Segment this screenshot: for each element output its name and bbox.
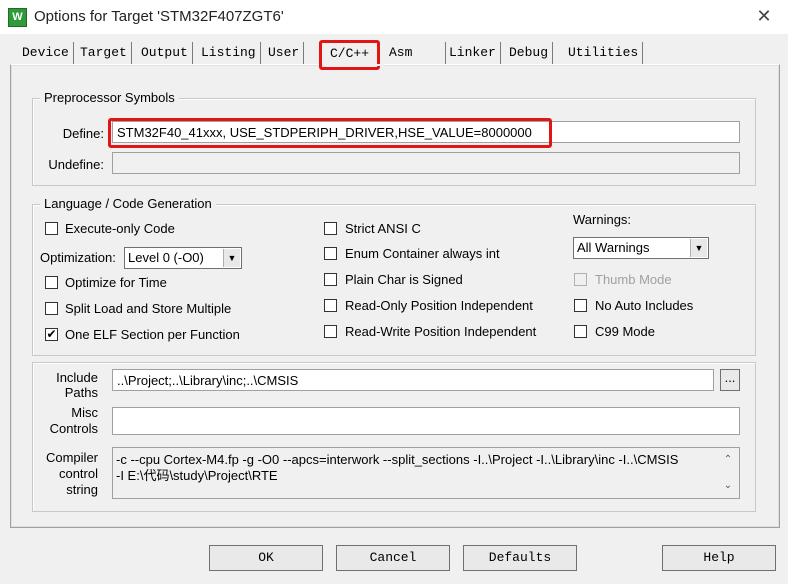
ro-position-checkbox[interactable] [324, 299, 337, 312]
execute-only-label: Execute-only Code [65, 221, 175, 236]
misc-label-line-1: Misc [71, 405, 98, 420]
c99-mode-checkbox[interactable] [574, 325, 587, 338]
active-tab-gap [322, 64, 384, 66]
scroll-up-icon[interactable]: ⌃ [720, 454, 736, 465]
defaults-button[interactable]: Defaults [463, 545, 577, 571]
compiler-control-label: Compiler control string [40, 450, 98, 498]
warnings-label: Warnings: [573, 212, 632, 227]
include-paths-label: Include Paths [40, 370, 98, 400]
enum-container-checkbox[interactable] [324, 247, 337, 260]
split-load-checkbox[interactable] [45, 302, 58, 315]
optimization-value: Level 0 (-O0) [128, 250, 204, 265]
close-icon[interactable]: ✕ [752, 4, 776, 28]
tab-device[interactable]: Device [18, 42, 74, 64]
tab-listing[interactable]: Listing [197, 42, 261, 64]
warnings-value: All Warnings [577, 240, 650, 255]
tab-target[interactable]: Target [76, 42, 132, 64]
tab-output[interactable]: Output [137, 42, 193, 64]
optimization-select[interactable]: Level 0 (-O0) ▼ [124, 247, 242, 269]
compiler-line-2: -I E:\代码\study\Project\RTE [116, 468, 278, 483]
language-legend: Language / Code Generation [40, 196, 216, 211]
misc-controls-field[interactable] [112, 407, 740, 435]
enum-container-label: Enum Container always int [345, 246, 500, 261]
optimization-label: Optimization: [40, 250, 116, 265]
thumb-mode-label: Thumb Mode [595, 272, 672, 287]
include-paths-browse-button[interactable]: ... [720, 369, 740, 391]
cancel-button[interactable]: Cancel [336, 545, 450, 571]
include-label-line-2: Paths [64, 385, 98, 400]
thumb-mode-checkbox[interactable] [574, 273, 587, 286]
chevron-down-icon[interactable]: ▼ [690, 239, 707, 257]
one-elf-checkbox[interactable]: ✔ [45, 328, 58, 341]
no-auto-includes-checkbox[interactable] [574, 299, 587, 312]
split-load-label: Split Load and Store Multiple [65, 301, 232, 316]
tab-user[interactable]: User [264, 42, 305, 64]
no-auto-includes-label: No Auto Includes [595, 298, 694, 313]
one-elf-label: One ELF Section per Function [65, 327, 240, 342]
strict-ansi-label: Strict ANSI C [345, 221, 421, 236]
ro-position-label: Read-Only Position Independent [345, 298, 533, 313]
tab-asm[interactable]: Asm [385, 42, 446, 64]
undefine-label: Undefine: [48, 157, 104, 172]
undefine-field[interactable] [112, 152, 740, 174]
execute-only-checkbox[interactable] [45, 222, 58, 235]
tab-linker[interactable]: Linker [445, 42, 501, 64]
preprocessor-legend: Preprocessor Symbols [40, 90, 179, 105]
misc-controls-label: Misc Controls [40, 405, 98, 437]
compiler-label-line-2: control [58, 466, 98, 481]
chevron-down-icon[interactable]: ▼ [223, 249, 240, 267]
c99-mode-label: C99 Mode [595, 324, 655, 339]
scroll-down-icon[interactable]: ⌄ [720, 480, 736, 491]
help-button[interactable]: Help [662, 545, 776, 571]
optimize-time-label: Optimize for Time [65, 275, 167, 290]
misc-label-line-2: Controls [49, 421, 98, 436]
define-label: Define: [62, 126, 104, 141]
define-field[interactable]: STM32F40_41xxx, USE_STDPERIPH_DRIVER,HSE… [112, 121, 740, 143]
optimize-time-checkbox[interactable] [45, 276, 58, 289]
tab-utilities[interactable]: Utilities [564, 42, 644, 64]
window-title: Options for Target 'STM32F407ZGT6' [34, 8, 284, 25]
compiler-line-1: -c --cpu Cortex-M4.fp -g -O0 --apcs=inte… [116, 452, 679, 467]
include-label-line-1: Include [56, 370, 98, 385]
strict-ansi-checkbox[interactable] [324, 222, 337, 235]
rw-position-checkbox[interactable] [324, 325, 337, 338]
compiler-label-line-1: Compiler [45, 450, 98, 465]
app-icon: W [8, 8, 27, 27]
compiler-control-string[interactable]: -c --cpu Cortex-M4.fp -g -O0 --apcs=inte… [112, 447, 740, 499]
ok-button[interactable]: OK [209, 545, 323, 571]
include-paths-field[interactable]: ..\Project;..\Library\inc;..\CMSIS [112, 369, 714, 391]
rw-position-label: Read-Write Position Independent [345, 324, 537, 339]
plain-char-label: Plain Char is Signed [345, 272, 463, 287]
plain-char-checkbox[interactable] [324, 273, 337, 286]
check-icon: ✔ [46, 327, 57, 341]
compiler-label-line-3: string [66, 482, 98, 497]
tab-debug[interactable]: Debug [505, 42, 554, 64]
warnings-select[interactable]: All Warnings ▼ [573, 237, 709, 259]
